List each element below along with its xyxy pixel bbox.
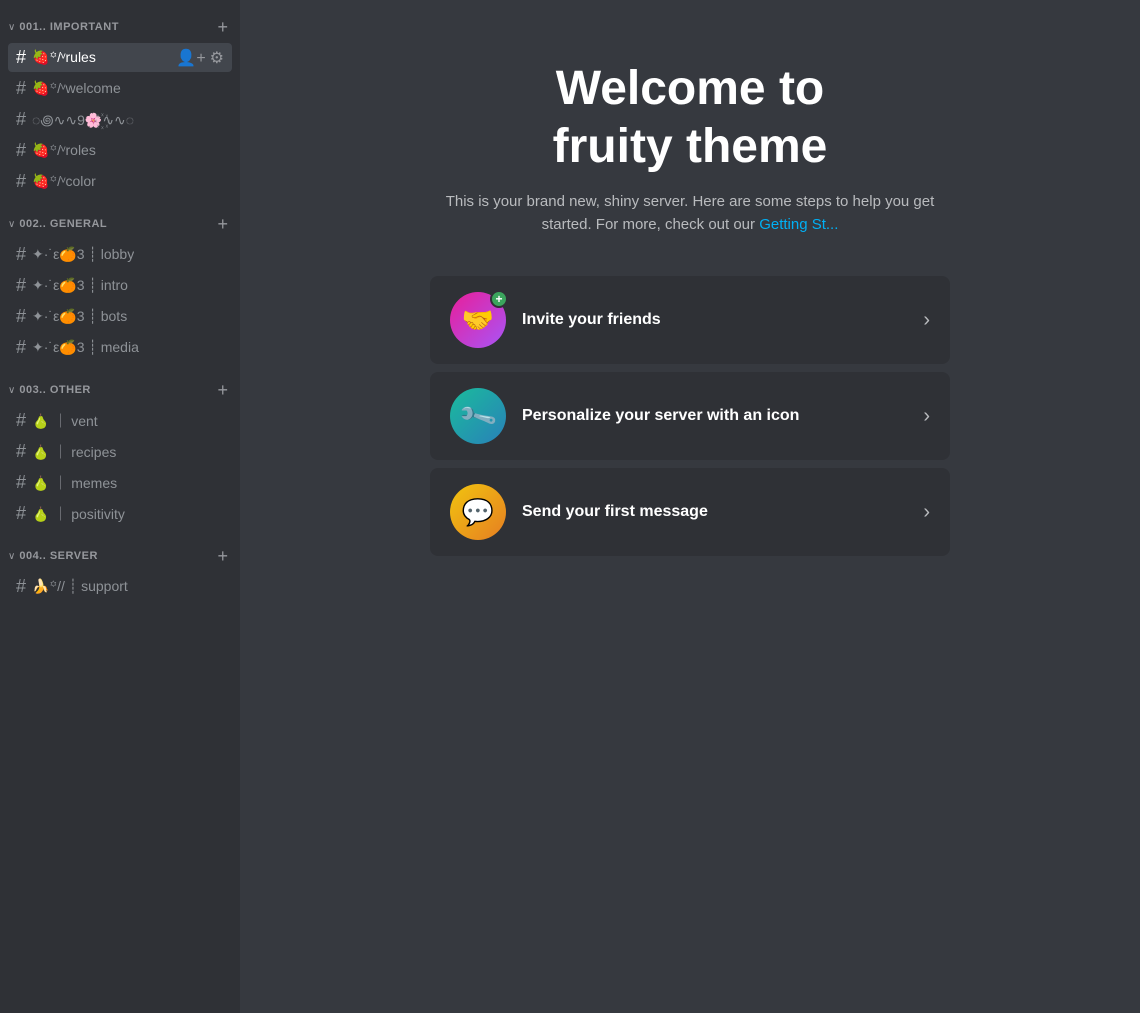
chevron-icon: ∨ bbox=[8, 22, 15, 33]
channel-action-icons: 👤+ ⚙ bbox=[176, 48, 224, 68]
channel-name: 🍐 ｜ positivity bbox=[32, 504, 125, 524]
send_message-label: Send your first message bbox=[522, 503, 708, 521]
category-label: 001.. IMPORTANT bbox=[19, 21, 119, 33]
chevron-right-icon: › bbox=[923, 309, 930, 332]
invite-icon: 🤝+ bbox=[450, 292, 506, 348]
invite-label: Invite your friends bbox=[522, 311, 661, 329]
chevron-icon: ∨ bbox=[8, 219, 15, 230]
main-content: Welcome to fruity theme This is your bra… bbox=[240, 0, 1140, 1013]
channel-name: 🍐 ｜ recipes bbox=[32, 442, 116, 462]
hash-icon: # bbox=[16, 109, 26, 130]
category-header-left: ∨ 003.. OTHER bbox=[8, 384, 91, 396]
channel-item-recipes[interactable]: # 🍐 ｜ recipes bbox=[8, 437, 232, 466]
channel-name: 🍓꙳/ᵛwelcome bbox=[32, 79, 121, 98]
channel-name: ✦·˙ε🍊3 ┊ bots bbox=[32, 308, 127, 325]
hash-icon: # bbox=[16, 306, 26, 327]
category-header-left: ∨ 002.. GENERAL bbox=[8, 218, 107, 230]
channel-item-color[interactable]: # 🍓꙳/ᵛcolor bbox=[8, 167, 232, 196]
hash-icon: # bbox=[16, 337, 26, 358]
channel-item-welcome[interactable]: # 🍓꙳/ᵛwelcome bbox=[8, 74, 232, 103]
category-label: 003.. OTHER bbox=[19, 384, 91, 396]
add-channel-icon[interactable]: + bbox=[213, 213, 232, 235]
settings-icon[interactable]: ⚙ bbox=[210, 48, 224, 68]
channel-name: ✦·˙ε🍊3 ┊ intro bbox=[32, 277, 128, 294]
channel-item-rules[interactable]: # 🍓꙳/ᵛrules 👤+ ⚙ bbox=[8, 43, 232, 72]
channel-item-lobby[interactable]: # ✦·˙ε🍊3 ┊ lobby bbox=[8, 240, 232, 269]
action-card-personalize[interactable]: 🔧 Personalize your server with an icon › bbox=[430, 372, 950, 460]
personalize-icon: 🔧 bbox=[450, 388, 506, 444]
channel-item-bots[interactable]: # ✦·˙ε🍊3 ┊ bots bbox=[8, 302, 232, 331]
chevron-right-icon: › bbox=[923, 501, 930, 524]
welcome-title: Welcome to fruity theme bbox=[440, 60, 940, 175]
welcome-title-line1: Welcome to bbox=[556, 62, 825, 115]
welcome-section: Welcome to fruity theme This is your bra… bbox=[440, 60, 940, 236]
hash-icon: # bbox=[16, 410, 26, 431]
hash-icon: # bbox=[16, 576, 26, 597]
send_message-icon: 💬 bbox=[450, 484, 506, 540]
personalize-label: Personalize your server with an icon bbox=[522, 407, 799, 425]
hash-icon: # bbox=[16, 47, 26, 68]
action-card-send_message[interactable]: 💬 Send your first message › bbox=[430, 468, 950, 556]
channel-name: ◌꩜∿∿9🌸꙰∿∿◌ bbox=[32, 109, 134, 130]
hash-icon: # bbox=[16, 503, 26, 524]
category-header-other[interactable]: ∨ 003.. OTHER + bbox=[0, 363, 240, 405]
channel-name: ✦·˙ε🍊3 ┊ media bbox=[32, 339, 139, 356]
action-card-invite[interactable]: 🤝+ Invite your friends › bbox=[430, 276, 950, 364]
action-cards: 🤝+ Invite your friends › 🔧 Personalize your … bbox=[430, 276, 950, 556]
channel-item-roles[interactable]: # 🍓꙳/ᵛroles bbox=[8, 136, 232, 165]
category-header-left: ∨ 004.. SERVER bbox=[8, 550, 98, 562]
chevron-icon: ∨ bbox=[8, 385, 15, 396]
add-channel-icon[interactable]: + bbox=[213, 545, 232, 567]
channel-item-media[interactable]: # ✦·˙ε🍊3 ┊ media bbox=[8, 333, 232, 362]
channel-name: 🍓꙳/ᵛcolor bbox=[32, 172, 96, 191]
hash-icon: # bbox=[16, 441, 26, 462]
channel-item-positivity[interactable]: # 🍐 ｜ positivity bbox=[8, 499, 232, 528]
channel-item-memes[interactable]: # 🍐 ｜ memes bbox=[8, 468, 232, 497]
sidebar: ∨ 001.. IMPORTANT + # 🍓꙳/ᵛrules 👤+ ⚙ # 🍓꙳/… bbox=[0, 0, 240, 1013]
hash-icon: # bbox=[16, 275, 26, 296]
hash-icon: # bbox=[16, 78, 26, 99]
category-header-important[interactable]: ∨ 001.. IMPORTANT + bbox=[0, 0, 240, 42]
category-header-server[interactable]: ∨ 004.. SERVER + bbox=[0, 529, 240, 571]
channel-name: 🍌꙳// ┊ support bbox=[32, 577, 128, 596]
add-channel-icon[interactable]: + bbox=[213, 379, 232, 401]
category-label: 002.. GENERAL bbox=[19, 218, 107, 230]
channel-item-vent[interactable]: # 🍐 ｜ vent bbox=[8, 406, 232, 435]
channel-name: 🍐 ｜ memes bbox=[32, 473, 117, 493]
channel-item-decorative[interactable]: # ◌꩜∿∿9🌸꙰∿∿◌ bbox=[8, 105, 232, 134]
hash-icon: # bbox=[16, 171, 26, 192]
channel-item-intro[interactable]: # ✦·˙ε🍊3 ┊ intro bbox=[8, 271, 232, 300]
chevron-right-icon: › bbox=[923, 405, 930, 428]
hash-icon: # bbox=[16, 140, 26, 161]
channel-name: ✦·˙ε🍊3 ┊ lobby bbox=[32, 246, 134, 263]
chevron-icon: ∨ bbox=[8, 551, 15, 562]
channel-item-support[interactable]: # 🍌꙳// ┊ support bbox=[8, 572, 232, 601]
welcome-description: This is your brand new, shiny server. He… bbox=[440, 191, 940, 236]
getting-started-link[interactable]: Getting St... bbox=[759, 216, 838, 233]
channel-name: 🍐 ｜ vent bbox=[32, 411, 98, 431]
category-header-general[interactable]: ∨ 002.. GENERAL + bbox=[0, 197, 240, 239]
add-member-icon[interactable]: 👤+ bbox=[176, 48, 205, 68]
category-label: 004.. SERVER bbox=[19, 550, 98, 562]
add-badge: + bbox=[490, 290, 508, 308]
channel-name: 🍓꙳/ᵛrules bbox=[32, 48, 96, 67]
welcome-title-line2: fruity theme bbox=[553, 120, 828, 173]
add-channel-icon[interactable]: + bbox=[213, 16, 232, 38]
category-header-left: ∨ 001.. IMPORTANT bbox=[8, 21, 119, 33]
channel-name: 🍓꙳/ᵛroles bbox=[32, 141, 96, 160]
hash-icon: # bbox=[16, 244, 26, 265]
hash-icon: # bbox=[16, 472, 26, 493]
